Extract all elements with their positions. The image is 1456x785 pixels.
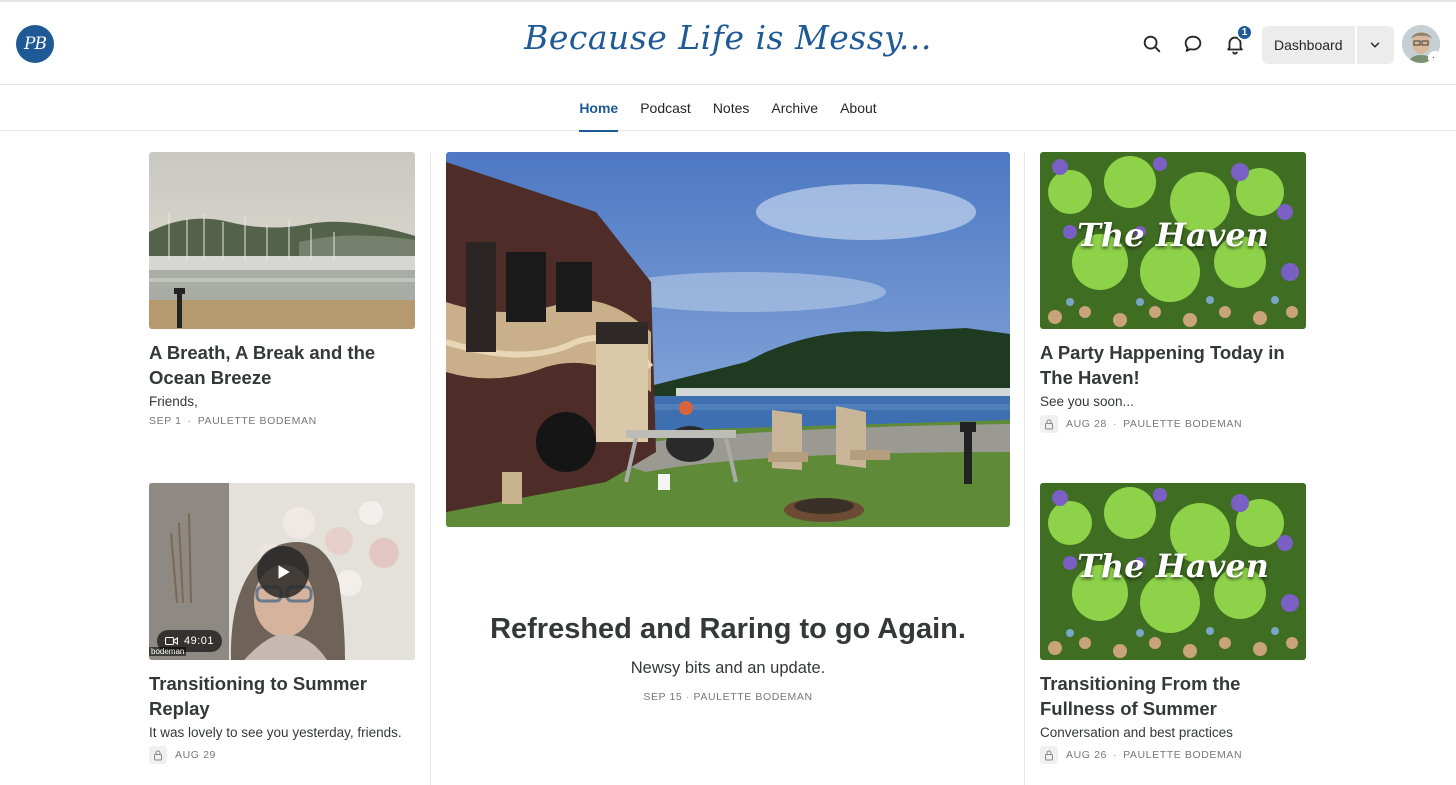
post-thumbnail[interactable]: The Haven <box>1040 483 1306 660</box>
play-button[interactable] <box>257 546 309 598</box>
search-icon <box>1143 35 1161 53</box>
post-title[interactable]: Transitioning to Summer Replay <box>149 672 415 721</box>
video-camera-icon <box>165 636 178 646</box>
tab-home[interactable]: Home <box>568 85 629 132</box>
post-subtitle: It was lovely to see you yesterday, frie… <box>149 725 402 740</box>
play-icon <box>278 565 290 579</box>
paywall-lock-icon <box>1040 746 1058 764</box>
site-header: PB Because Life is Messy... 1 Dashboard <box>0 0 1456 85</box>
image-overlay-text: The Haven <box>1077 547 1269 585</box>
post-card[interactable]: A Breath, A Break and the Ocean Breeze F… <box>149 152 415 427</box>
publication-nav: Home Podcast Notes Archive About <box>0 85 1456 132</box>
chat-icon <box>1184 35 1202 52</box>
post-card[interactable]: The Haven Transitioning From the Fullnes… <box>1040 483 1306 764</box>
post-author[interactable]: PAULETTE BODEMAN <box>694 691 813 703</box>
post-thumbnail[interactable] <box>149 152 415 329</box>
post-date: SEP 1 <box>149 415 182 427</box>
post-card[interactable]: 49:01 bodeman Transitioning to Summer Re… <box>149 483 415 764</box>
post-card[interactable]: The Haven A Party Happening Today in The… <box>1040 152 1306 433</box>
post-date: SEP 15 <box>643 691 683 703</box>
tab-notes[interactable]: Notes <box>702 85 761 131</box>
tab-archive[interactable]: Archive <box>760 85 829 131</box>
image-overlay-text: The Haven <box>1077 216 1269 254</box>
meta-separator: · <box>187 415 192 427</box>
search-button[interactable] <box>1138 30 1166 58</box>
paywall-lock-icon <box>149 746 167 764</box>
post-date: AUG 28 <box>1066 418 1107 430</box>
post-title[interactable]: A Party Happening Today in The Haven! <box>1040 341 1306 390</box>
dashboard-button[interactable]: Dashboard <box>1262 26 1355 64</box>
post-date: AUG 29 <box>175 749 216 761</box>
meta-separator: · <box>685 691 691 703</box>
post-subtitle: See you soon... <box>1040 394 1134 409</box>
featured-post-subtitle: Newsy bits and an update. <box>630 659 826 677</box>
chat-button[interactable] <box>1179 30 1207 58</box>
post-subtitle: Friends, <box>149 394 198 409</box>
tab-podcast[interactable]: Podcast <box>629 85 702 131</box>
post-author[interactable]: PAULETTE BODEMAN <box>198 415 317 427</box>
video-caption: bodeman <box>149 647 187 656</box>
notifications-button[interactable]: 1 <box>1221 24 1253 58</box>
avatar-menu-caret <box>1428 51 1440 63</box>
post-subtitle: Conversation and best practices <box>1040 725 1233 740</box>
user-avatar[interactable] <box>1402 25 1440 63</box>
post-meta: AUG 26 · PAULETTE BODEMAN <box>1040 746 1306 764</box>
rv-campsite-image <box>446 152 1010 527</box>
post-title[interactable]: A Breath, A Break and the Ocean Breeze <box>149 341 415 390</box>
post-date: AUG 26 <box>1066 749 1107 761</box>
dashboard-menu-button[interactable] <box>1356 26 1394 64</box>
chevron-down-icon <box>1370 42 1380 48</box>
meta-separator: · <box>1112 418 1118 430</box>
marina-image <box>149 152 415 329</box>
chevron-down-icon <box>1432 56 1438 60</box>
featured-post-meta: SEP 15 · PAULETTE BODEMAN <box>430 691 1026 703</box>
post-thumbnail[interactable]: The Haven <box>1040 152 1306 329</box>
notification-count-badge: 1 <box>1236 24 1253 41</box>
video-duration: 49:01 <box>184 635 215 647</box>
tab-about[interactable]: About <box>829 85 888 131</box>
post-meta: AUG 29 <box>149 746 415 764</box>
post-title[interactable]: Transitioning From the Fullness of Summe… <box>1040 672 1306 721</box>
meta-separator: · <box>1112 749 1118 761</box>
dashboard-button-group: Dashboard <box>1262 26 1394 64</box>
featured-post-title[interactable]: Refreshed and Raring to go Again. <box>430 613 1026 646</box>
paywall-lock-icon <box>1040 415 1058 433</box>
post-meta: SEP 1 · PAULETTE BODEMAN <box>149 415 415 427</box>
video-thumbnail[interactable]: 49:01 bodeman <box>149 483 415 660</box>
featured-post-image[interactable] <box>446 152 1010 527</box>
post-author[interactable]: PAULETTE BODEMAN <box>1123 418 1242 430</box>
post-author[interactable]: PAULETTE BODEMAN <box>1123 749 1242 761</box>
post-meta: AUG 28 · PAULETTE BODEMAN <box>1040 415 1306 433</box>
